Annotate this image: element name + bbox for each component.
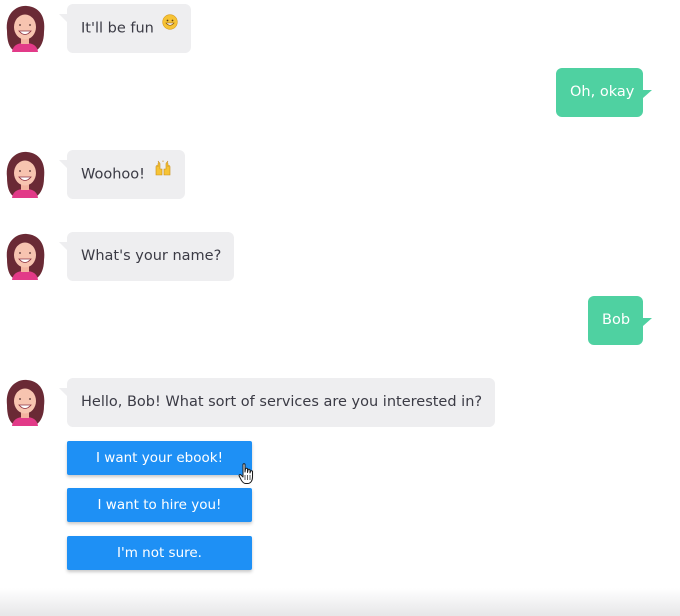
choice-label: I want your ebook! xyxy=(96,450,223,466)
message-text: What's your name? xyxy=(81,248,222,264)
message-text: Woohoo! xyxy=(81,166,145,183)
message-text: It'll be fun xyxy=(81,20,154,37)
raising-hands-emoji xyxy=(154,148,172,197)
bot-avatar xyxy=(2,150,48,198)
hand-cursor-icon xyxy=(238,463,256,485)
message-text: Oh, okay xyxy=(570,84,635,100)
bot-message: It'll be fun xyxy=(58,2,192,53)
user-message: Bob xyxy=(588,296,652,345)
choice-button-hire[interactable]: I want to hire you! xyxy=(67,488,252,522)
choice-label: I'm not sure. xyxy=(117,545,202,561)
bot-message: Woohoo! xyxy=(59,148,185,199)
grinning-face-emoji xyxy=(162,2,179,51)
message-text: Bob xyxy=(602,312,631,328)
choice-button-not-sure[interactable]: I'm not sure. xyxy=(67,536,252,570)
user-message: Oh, okay xyxy=(556,68,652,117)
bot-avatar xyxy=(2,232,48,280)
choice-button-ebook[interactable]: I want your ebook! xyxy=(67,441,252,475)
bot-avatar xyxy=(2,378,48,426)
bottom-fade xyxy=(0,588,680,616)
message-text: Hello, Bob! What sort of services are yo… xyxy=(81,394,483,410)
chat-thread: It'll be fun Oh, okay Woohoo! What's you… xyxy=(0,0,680,616)
bot-message: Hello, Bob! What sort of services are yo… xyxy=(58,378,496,427)
choice-label: I want to hire you! xyxy=(97,497,222,513)
bot-avatar xyxy=(2,4,48,52)
bot-message: What's your name? xyxy=(58,232,235,281)
